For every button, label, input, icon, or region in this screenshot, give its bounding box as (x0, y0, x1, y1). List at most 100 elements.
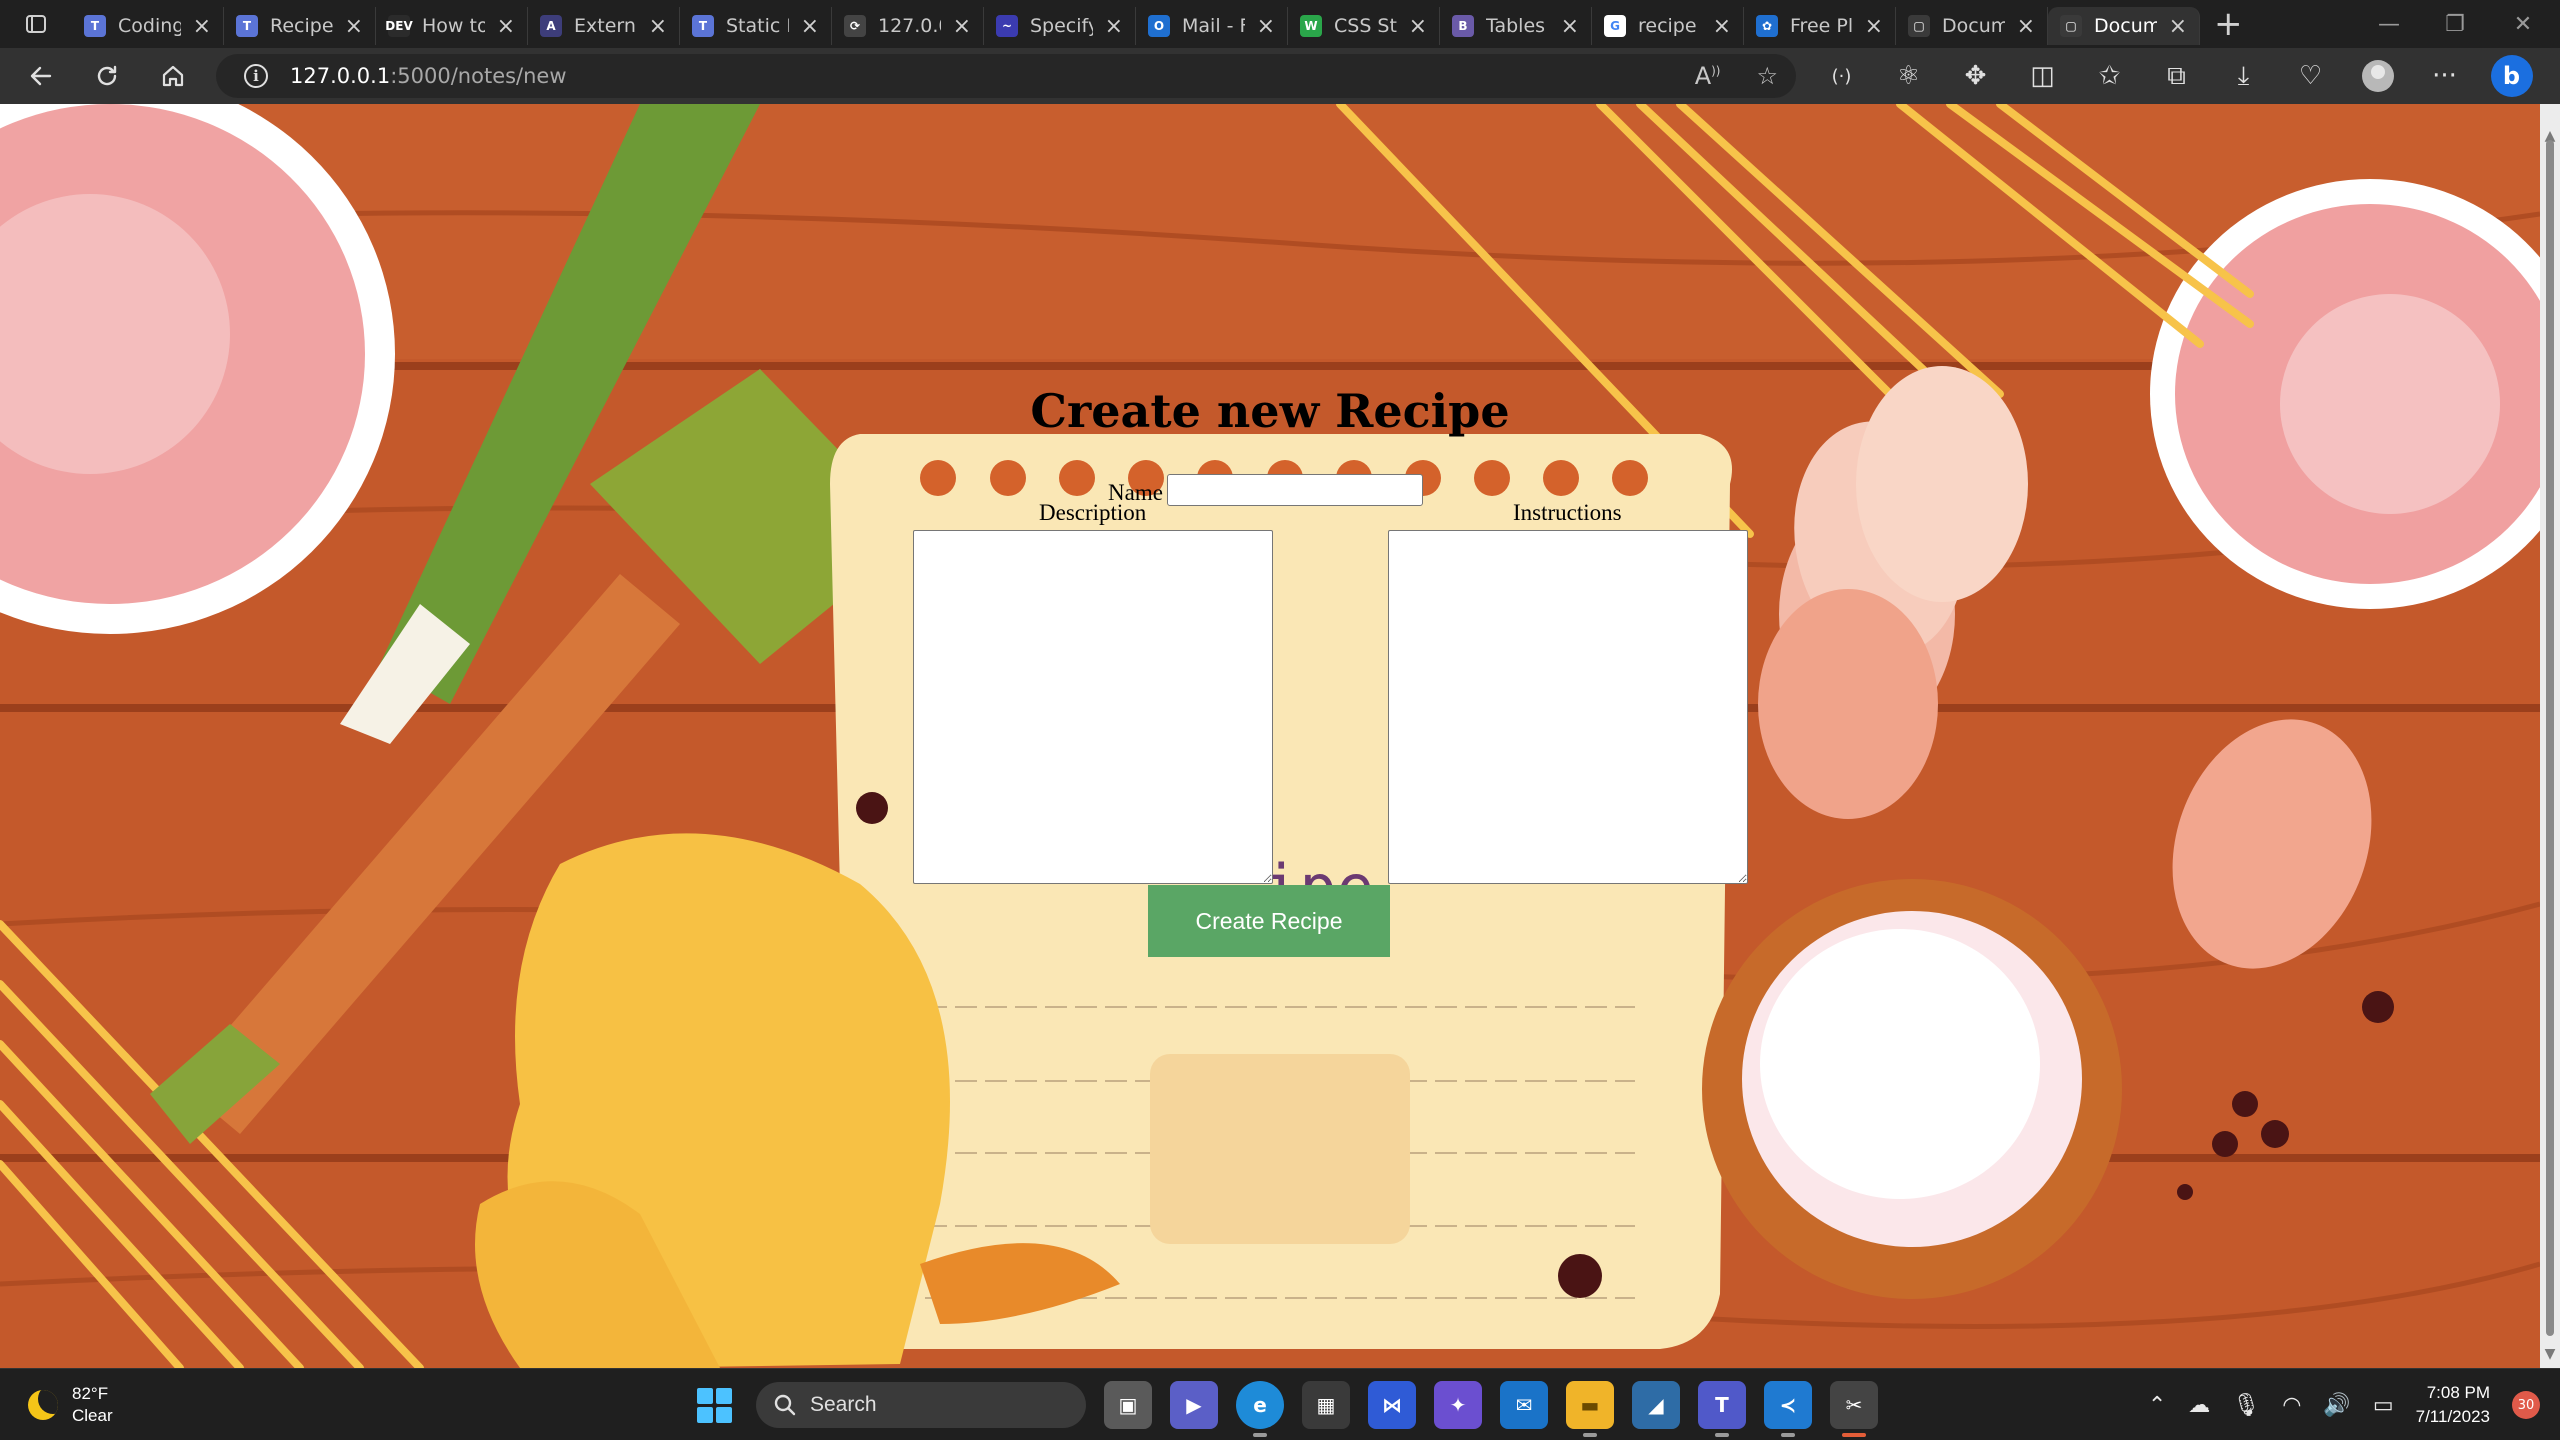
reload-button[interactable] (74, 48, 140, 104)
tab-close-icon[interactable]: × (345, 14, 363, 39)
tab-favicon-icon: ▢ (2060, 15, 2082, 37)
downloads-icon[interactable]: ⤓ (2210, 48, 2277, 104)
scrollbar-thumb[interactable] (2546, 140, 2554, 1336)
weather-widget[interactable]: 82°F Clear (28, 1383, 113, 1427)
bing-copilot-button[interactable]: b (2478, 48, 2545, 104)
tab-close-icon[interactable]: × (1713, 14, 1731, 39)
clock[interactable]: 7:08 PM 7/11/2023 (2416, 1381, 2490, 1429)
split-screen-icon[interactable]: ◫ (2009, 48, 2076, 104)
tab-title: Specify (1030, 15, 1093, 37)
read-aloud-icon[interactable]: A)) (1695, 62, 1721, 90)
name-input[interactable] (1166, 474, 1423, 506)
page-scrollbar[interactable]: ▲ ▼ (2540, 104, 2560, 1368)
task-view-icon[interactable]: ▣ (1104, 1381, 1152, 1429)
create-recipe-button[interactable]: Create Recipe (1148, 885, 1390, 957)
profile-button[interactable] (2344, 48, 2411, 104)
page-viewport: ipe Create new Recipe Name Description I… (0, 104, 2540, 1368)
browser-tab[interactable]: ✿ Free Pl × (1744, 7, 1896, 45)
volume-icon[interactable]: 🔊 (2323, 1393, 2350, 1418)
tab-close-icon[interactable]: × (1257, 14, 1275, 39)
start-button[interactable] (690, 1381, 738, 1429)
mail-icon[interactable]: ✉ (1500, 1381, 1548, 1429)
site-info-icon[interactable]: i (244, 64, 268, 88)
tab-close-icon[interactable]: × (953, 14, 971, 39)
browser-tab[interactable]: ~ Specify × (984, 7, 1136, 45)
browser-tab[interactable]: T Recipes × (224, 7, 376, 45)
instructions-label: Instructions (1513, 500, 1622, 525)
copilot-app-icon[interactable]: ✦ (1434, 1381, 1482, 1429)
tab-close-icon[interactable]: × (1105, 14, 1123, 39)
address-bar[interactable]: i 127.0.0.1:5000/notes/new A)) ☆ (216, 54, 1796, 98)
back-button[interactable] (8, 48, 74, 104)
extension-react-icon[interactable]: ⚛ (1875, 48, 1942, 104)
browser-tab[interactable]: T Static F × (680, 7, 832, 45)
home-button[interactable] (140, 48, 206, 104)
browser-tab[interactable]: W CSS Sty × (1288, 7, 1440, 45)
browser-tab[interactable]: ▢ Docum × (2048, 7, 2200, 45)
tab-favicon-icon: B (1452, 15, 1474, 37)
restore-button[interactable]: ❐ (2418, 0, 2492, 48)
tab-title: Docum (1942, 15, 2005, 37)
browser-tab[interactable]: B Tables × (1440, 7, 1592, 45)
tab-favicon-icon: T (692, 15, 714, 37)
tab-close-icon[interactable]: × (1865, 14, 1883, 39)
tab-title: Free Pl (1790, 15, 1853, 37)
windows-logo-icon (696, 1387, 713, 1404)
new-tab-button[interactable]: + (2214, 4, 2243, 44)
tab-title: Docum (2094, 15, 2157, 37)
search-label: Search (810, 1393, 877, 1416)
tab-title: Mail - F (1182, 15, 1245, 37)
file-explorer-icon[interactable]: ▬ (1566, 1381, 1614, 1437)
minimize-button[interactable]: — (2352, 0, 2426, 48)
microsoft-store-icon[interactable]: ▦ (1302, 1381, 1350, 1429)
teams-chat-icon[interactable]: ▶ (1170, 1381, 1218, 1429)
tab-favicon-icon: T (84, 15, 106, 37)
wifi-icon[interactable]: ◠ (2282, 1393, 2301, 1418)
visual-studio-icon[interactable]: ⋈ (1368, 1381, 1416, 1429)
tab-close-icon[interactable]: × (497, 14, 515, 39)
description-textarea[interactable] (913, 530, 1273, 884)
vscode-icon[interactable]: ≺ (1764, 1381, 1812, 1437)
browser-tab[interactable]: O Mail - F × (1136, 7, 1288, 45)
tab-close-icon[interactable]: × (801, 14, 819, 39)
system-tray: ⌃ ☁ 🎙 ◠ 🔊 ▭ 7:08 PM 7/11/2023 30 (2148, 1369, 2540, 1440)
extensions-puzzle-icon[interactable]: ✥ (1942, 48, 2009, 104)
extension-code-icon[interactable]: (·) (1808, 48, 1875, 104)
tab-close-icon[interactable]: × (2017, 14, 2035, 39)
notification-badge[interactable]: 30 (2512, 1391, 2540, 1419)
chevron-up-icon[interactable]: ⌃ (2148, 1393, 2166, 1418)
settings-more-icon[interactable]: ··· (2411, 48, 2478, 104)
tab-close-icon[interactable]: × (2169, 14, 2187, 39)
tab-favicon-icon: ⟳ (844, 15, 866, 37)
favorites-icon[interactable]: ✩ (2076, 48, 2143, 104)
instructions-textarea[interactable] (1388, 530, 1748, 884)
tab-actions-icon (26, 15, 46, 33)
battery-icon[interactable]: ▭ (2373, 1393, 2394, 1418)
teams-icon[interactable]: T (1698, 1381, 1746, 1437)
snipping-tool-icon[interactable]: ✂ (1830, 1381, 1878, 1437)
search-icon (774, 1394, 796, 1416)
browser-tab[interactable]: ▢ Docum × (1896, 7, 2048, 45)
onedrive-icon[interactable]: ☁ (2188, 1393, 2210, 1418)
tab-close-icon[interactable]: × (649, 14, 667, 39)
sql-server-icon[interactable]: ◢ (1632, 1381, 1680, 1429)
browser-essentials-icon[interactable]: ♡ (2277, 48, 2344, 104)
browser-tab[interactable]: A Externa × (528, 7, 680, 45)
home-icon (162, 65, 184, 87)
browser-tab[interactable]: ⟳ 127.0.0 × (832, 7, 984, 45)
close-window-button[interactable]: ✕ (2486, 0, 2560, 48)
edge-browser-icon[interactable]: e (1236, 1381, 1284, 1437)
taskbar-search[interactable]: Search (756, 1382, 1086, 1428)
tab-close-icon[interactable]: × (1409, 14, 1427, 39)
description-label: Description (1039, 500, 1147, 525)
collections-icon[interactable]: ⧉ (2143, 48, 2210, 104)
scroll-down-arrow-icon[interactable]: ▼ (2544, 1346, 2556, 1362)
tab-close-icon[interactable]: × (193, 14, 211, 39)
browser-tab[interactable]: T Coding × (72, 7, 224, 45)
browser-tab[interactable]: Grecipe × (1592, 7, 1744, 45)
tab-close-icon[interactable]: × (1561, 14, 1579, 39)
favorite-star-icon[interactable]: ☆ (1756, 62, 1778, 90)
tab-actions-button[interactable] (0, 0, 72, 48)
microphone-icon[interactable]: 🎙 (2232, 1393, 2260, 1418)
browser-tab[interactable]: DEV How to × (376, 7, 528, 45)
